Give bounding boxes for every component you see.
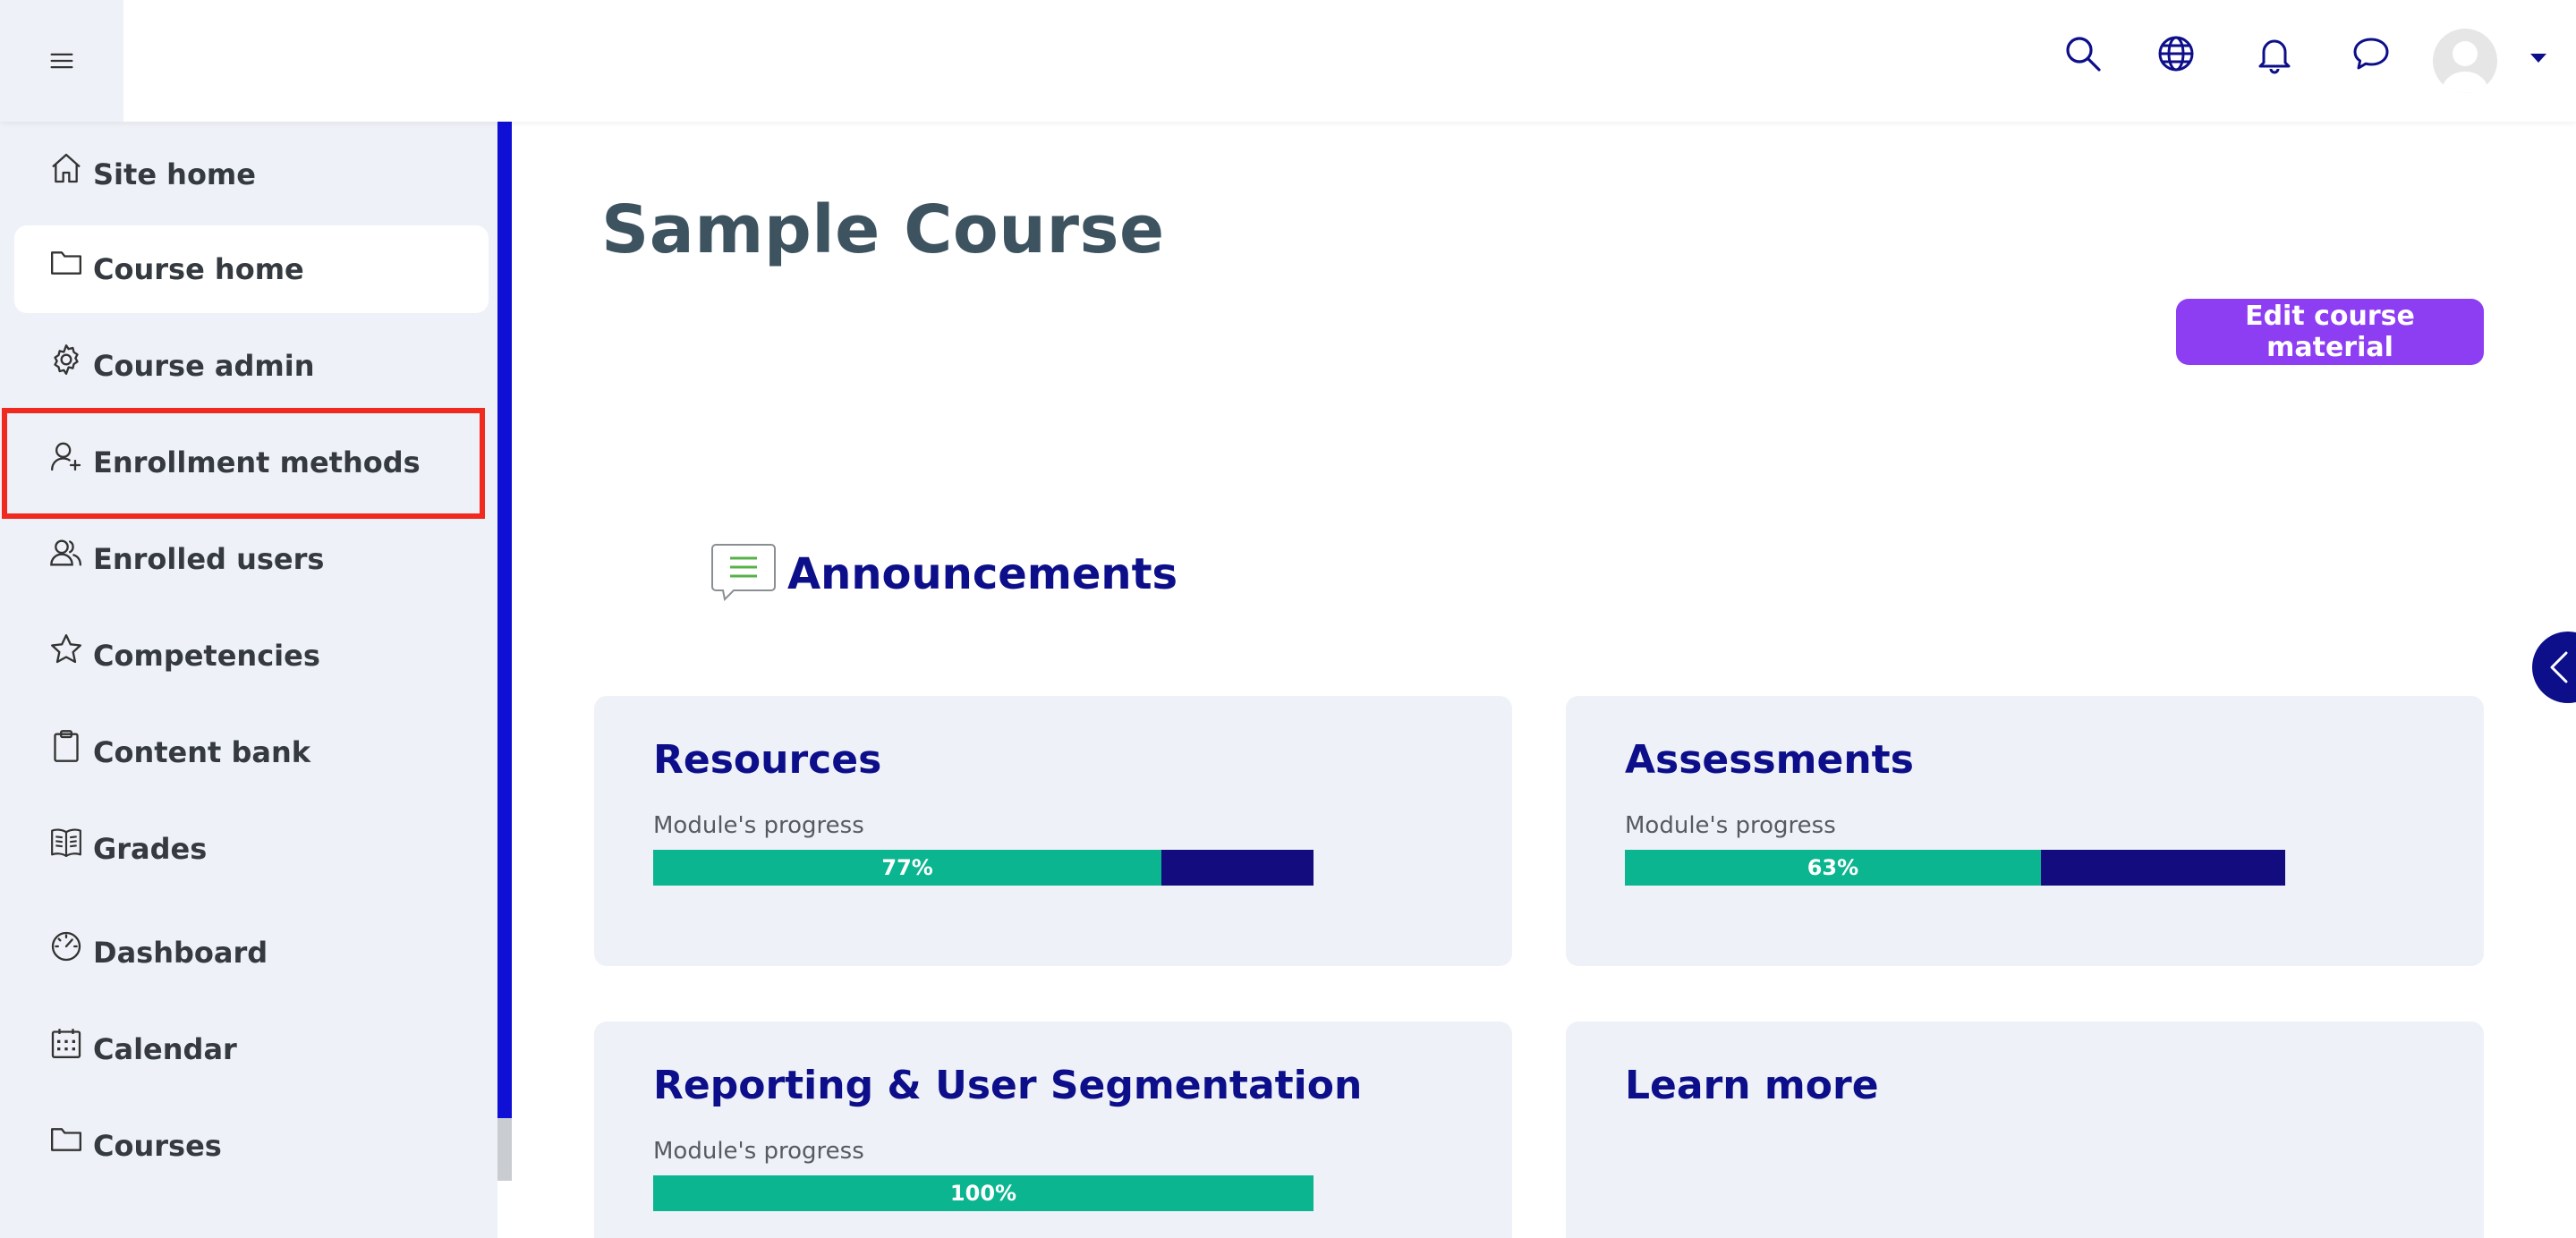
book-icon <box>51 828 81 858</box>
search-icon <box>2066 37 2101 72</box>
progress-label: 77% <box>881 855 933 880</box>
sidebar-item-enrolled-users[interactable]: Enrolled users <box>14 515 489 603</box>
calendar-icon <box>51 1029 81 1058</box>
chevron-down-icon[interactable] <box>2529 52 2548 64</box>
card-subtitle: Module's progress <box>653 812 864 839</box>
bell-icon <box>2258 39 2291 74</box>
globe-icon <box>2158 36 2194 72</box>
top-navbar <box>0 0 2576 122</box>
module-card-assessments[interactable]: Assessments Module's progress 63% <box>1566 696 2484 966</box>
module-card-reporting[interactable]: Reporting & User Segmentation Module's p… <box>594 1022 1512 1238</box>
sidebar-item-dashboard[interactable]: Dashboard <box>14 909 489 996</box>
users-icon <box>50 539 82 566</box>
user-avatar[interactable] <box>2433 29 2497 93</box>
sidebar-item-course-admin[interactable]: Course admin <box>14 322 489 410</box>
folder-icon <box>51 1128 82 1151</box>
progress-bar: 63% <box>1625 850 2285 886</box>
search-button[interactable] <box>2062 32 2104 75</box>
user-plus-icon <box>51 442 81 471</box>
sidebar-item-calendar[interactable]: Calendar <box>14 1005 489 1093</box>
clipboard-icon <box>54 730 79 762</box>
sidebar-item-label: Competencies <box>93 639 320 673</box>
star-icon <box>51 634 82 664</box>
house-icon <box>52 153 81 183</box>
card-title[interactable]: Reporting & User Segmentation <box>653 1063 1362 1108</box>
sidebar-item-label: Dashboard <box>93 936 268 970</box>
sidebar-item-label: Site home <box>93 157 256 191</box>
forum-icon <box>711 544 776 601</box>
chat-bubble-icon <box>2353 38 2389 70</box>
card-subtitle: Module's progress <box>1625 812 1836 839</box>
sidebar-item-content-bank[interactable]: Content bank <box>14 708 489 796</box>
sidebar-item-course-home[interactable]: Course home <box>14 225 489 313</box>
edit-course-material-button[interactable]: Edit course material <box>2176 299 2484 365</box>
card-subtitle: Module's progress <box>653 1138 864 1165</box>
sidebar-item-label: Content bank <box>93 735 311 769</box>
page-title: Sample Course <box>601 191 1165 268</box>
avatar-icon <box>2442 41 2488 93</box>
progress-label: 63% <box>1807 855 1859 880</box>
sidebar-item-label: Enrollment methods <box>93 445 421 479</box>
card-title[interactable]: Assessments <box>1625 737 1914 783</box>
progress-bar: 100% <box>653 1175 1314 1211</box>
folder-icon <box>51 251 82 275</box>
notifications-button[interactable] <box>2253 32 2296 75</box>
module-card-resources[interactable]: Resources Module's progress 77% <box>594 696 1512 966</box>
announcements-link[interactable]: Announcements <box>787 549 1177 599</box>
card-title[interactable]: Learn more <box>1625 1063 1879 1108</box>
drawer-scrollbar-track[interactable] <box>497 1118 512 1181</box>
sidebar-item-label: Courses <box>93 1129 222 1163</box>
sidebar-item-label: Enrolled users <box>93 542 325 576</box>
messages-button[interactable] <box>2350 32 2393 75</box>
drawer-scrollbar-thumb[interactable] <box>497 122 512 1118</box>
progress-label: 100% <box>949 1181 1017 1206</box>
progress-bar: 77% <box>653 850 1314 886</box>
hamburger-icon <box>50 53 73 69</box>
chevron-left-icon <box>2550 651 2568 683</box>
sidebar-item-label: Course home <box>93 252 304 286</box>
gauge-icon <box>51 931 81 962</box>
sidebar-item-competencies[interactable]: Competencies <box>14 612 489 700</box>
sidebar-item-grades[interactable]: Grades <box>14 805 489 893</box>
gear-icon <box>54 344 79 375</box>
sidebar-item-enrollment-methods[interactable]: Enrollment methods <box>14 419 489 506</box>
sidebar-item-site-home[interactable]: Site home <box>14 131 489 218</box>
sidebar-item-label: Course admin <box>93 349 315 383</box>
menu-toggle-button[interactable] <box>0 0 123 122</box>
language-button[interactable] <box>2155 32 2198 75</box>
sidebar-item-courses[interactable]: Courses <box>14 1102 489 1190</box>
module-card-learn-more[interactable]: Learn more <box>1566 1022 2484 1238</box>
sidebar-item-label: Calendar <box>93 1032 237 1066</box>
block-drawer-toggle[interactable] <box>2532 632 2576 703</box>
sidebar-item-label: Grades <box>93 832 208 866</box>
card-title[interactable]: Resources <box>653 737 881 783</box>
